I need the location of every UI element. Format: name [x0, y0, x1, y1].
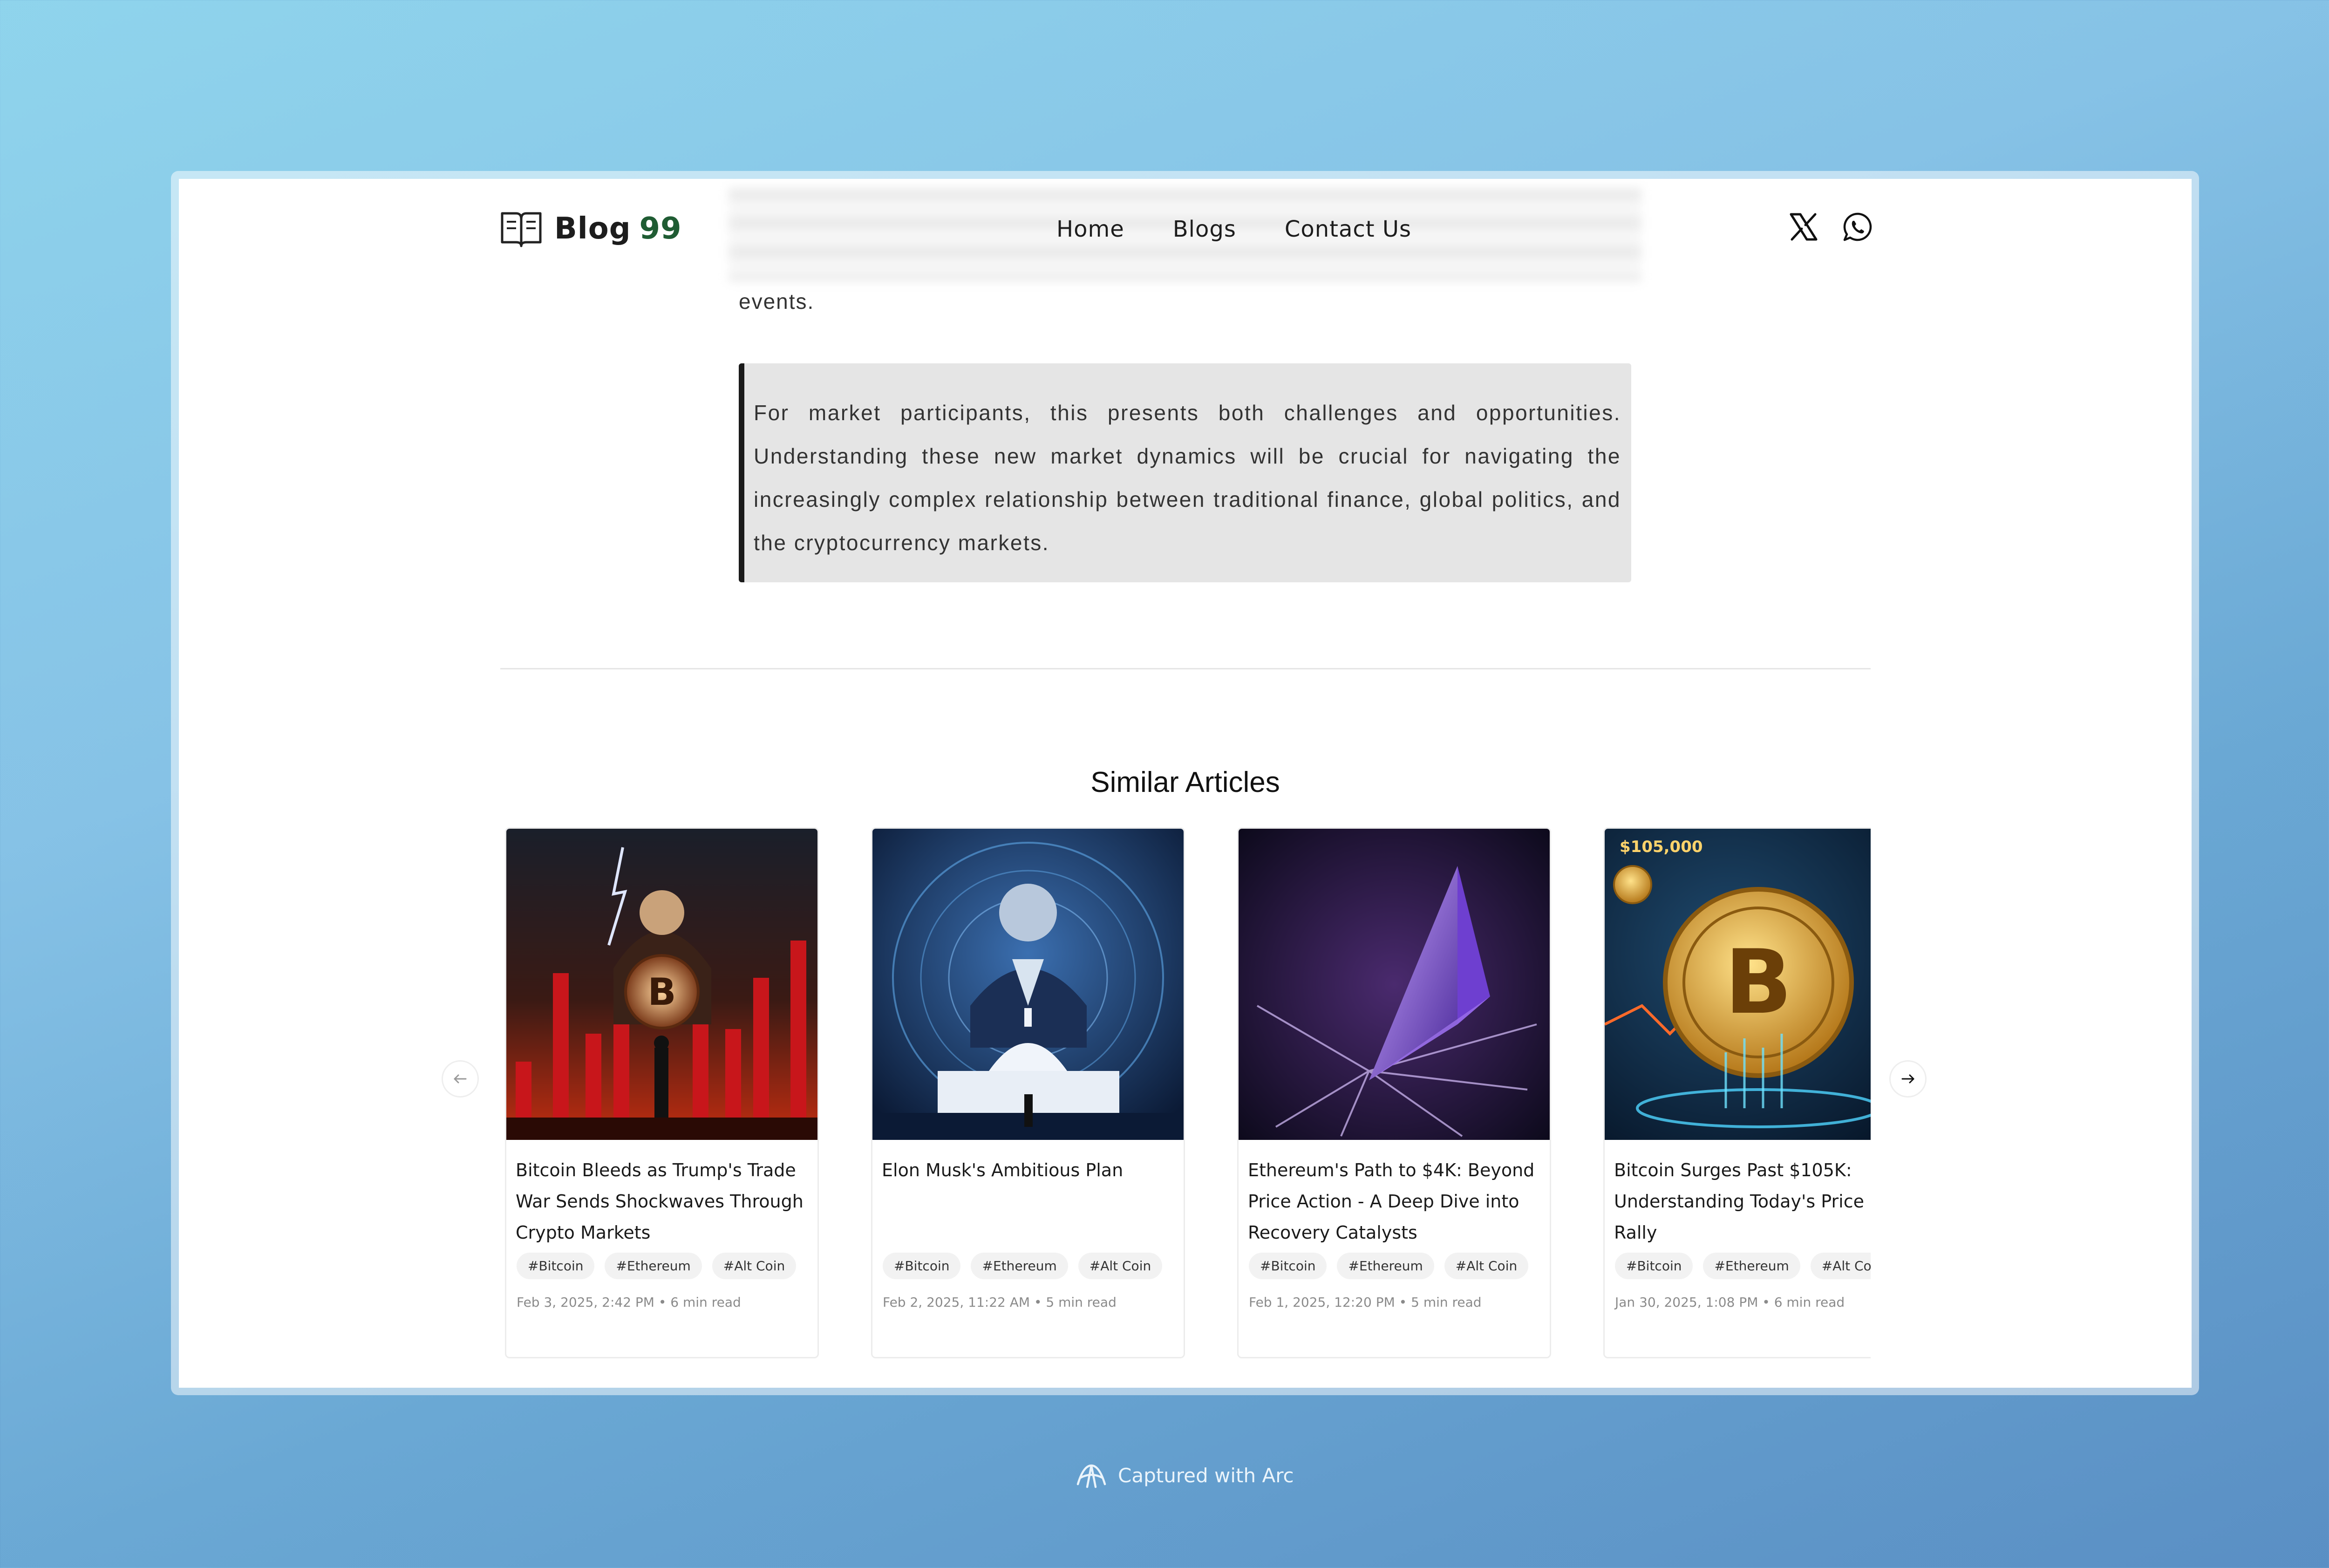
brand-number: 99 — [639, 211, 682, 246]
article-card-tags: #Bitcoin #Ethereum #Alt Coin — [883, 1253, 1163, 1279]
nav-home[interactable]: Home — [1056, 216, 1124, 242]
blockquote-text: For market participants, this presents b… — [754, 401, 1621, 555]
tag-chip[interactable]: #Bitcoin — [1249, 1253, 1327, 1279]
tag-chip[interactable]: #Alt Coin — [712, 1253, 797, 1279]
tag-chip[interactable]: #Ethereum — [1703, 1253, 1800, 1279]
tag-chip[interactable]: #Bitcoin — [517, 1253, 595, 1279]
similar-articles-carousel: B Bitcoin Bleeds as Trump's Trade War Se… — [505, 827, 1871, 1363]
nav-contact-us[interactable]: Contact Us — [1285, 216, 1411, 242]
whatsapp-icon[interactable] — [1842, 211, 1873, 242]
article-card-meta: Jan 30, 2025, 1:08 PM • 6 min read — [1615, 1295, 1845, 1310]
article-card[interactable]: Elon Musk's Ambitious Plan #Bitcoin #Eth… — [871, 827, 1185, 1358]
tag-chip[interactable]: #Alt Coin — [1078, 1253, 1163, 1279]
nav-blogs[interactable]: Blogs — [1173, 216, 1236, 242]
tag-chip[interactable]: #Ethereum — [1337, 1253, 1434, 1279]
article-card-title[interactable]: Elon Musk's Ambitious Plan — [882, 1155, 1175, 1186]
article-card[interactable]: Ethereum's Path to $4K: Beyond Price Act… — [1237, 827, 1551, 1358]
tag-chip[interactable]: #Bitcoin — [883, 1253, 961, 1279]
arrow-left-icon — [454, 1074, 467, 1084]
section-divider — [500, 668, 1871, 669]
svg-text:B: B — [648, 970, 676, 1014]
site-logo[interactable]: Blog 99 — [500, 210, 682, 248]
carousel-next-button[interactable] — [1889, 1060, 1927, 1098]
article-card[interactable]: B Bitcoin Bleeds as Trump's Trade War Se… — [505, 827, 819, 1358]
tag-chip[interactable]: #Ethereum — [971, 1253, 1068, 1279]
site-header: Blog 99 Home Blogs Contact Us — [179, 179, 2192, 281]
browser-window: Blog 99 Home Blogs Contact Us events. For… — [179, 179, 2192, 1388]
article-card-meta: Feb 1, 2025, 12:20 PM • 5 min read — [1249, 1295, 1482, 1310]
article-image — [1239, 829, 1550, 1140]
tag-chip[interactable]: #Alt Coin — [1810, 1253, 1871, 1279]
article-card-tags: #Bitcoin #Ethereum #Alt Coin — [1615, 1253, 1871, 1279]
article-card-tags: #Bitcoin #Ethereum #Alt Coin — [1249, 1253, 1529, 1279]
article-card-meta: Feb 3, 2025, 2:42 PM • 6 min read — [517, 1295, 741, 1310]
capture-text: Captured with Arc — [1118, 1464, 1294, 1487]
article-image — [872, 829, 1184, 1140]
article-card-title[interactable]: Bitcoin Bleeds as Trump's Trade War Send… — [516, 1155, 809, 1248]
article-card-title[interactable]: Bitcoin Surges Past $105K: Understanding… — [1614, 1155, 1871, 1248]
article-image: B $105,000 — [1605, 829, 1871, 1140]
tag-chip[interactable]: #Ethereum — [605, 1253, 702, 1279]
article-trailing-text: events. — [739, 289, 815, 314]
arc-logo-icon — [1076, 1464, 1106, 1488]
article-card-tags: #Bitcoin #Ethereum #Alt Coin — [517, 1253, 797, 1279]
similar-articles-title: Similar Articles — [1090, 766, 1280, 798]
book-icon — [501, 212, 542, 247]
arrow-right-icon — [1901, 1074, 1914, 1084]
social-links — [1788, 211, 1873, 242]
arc-capture-credit: Captured with Arc — [1074, 1461, 1294, 1490]
price-label: $105,000 — [1620, 838, 1703, 856]
article-blockquote: For market participants, this presents b… — [739, 363, 1631, 582]
tag-chip[interactable]: #Bitcoin — [1615, 1253, 1693, 1279]
article-card[interactable]: B $105,000 Bitcoin Surges Past $105K: Un… — [1603, 827, 1871, 1358]
article-card-title[interactable]: Ethereum's Path to $4K: Beyond Price Act… — [1248, 1155, 1541, 1248]
main-nav: Home Blogs Contact Us — [1056, 216, 1411, 242]
article-card-meta: Feb 2, 2025, 11:22 AM • 5 min read — [883, 1295, 1117, 1310]
article-image: B — [506, 829, 817, 1140]
svg-text:B: B — [1725, 931, 1792, 1034]
x-logo-icon[interactable] — [1788, 211, 1819, 242]
carousel-prev-button[interactable] — [442, 1060, 479, 1098]
brand-name: Blog 99 — [554, 211, 682, 246]
tag-chip[interactable]: #Alt Coin — [1444, 1253, 1529, 1279]
